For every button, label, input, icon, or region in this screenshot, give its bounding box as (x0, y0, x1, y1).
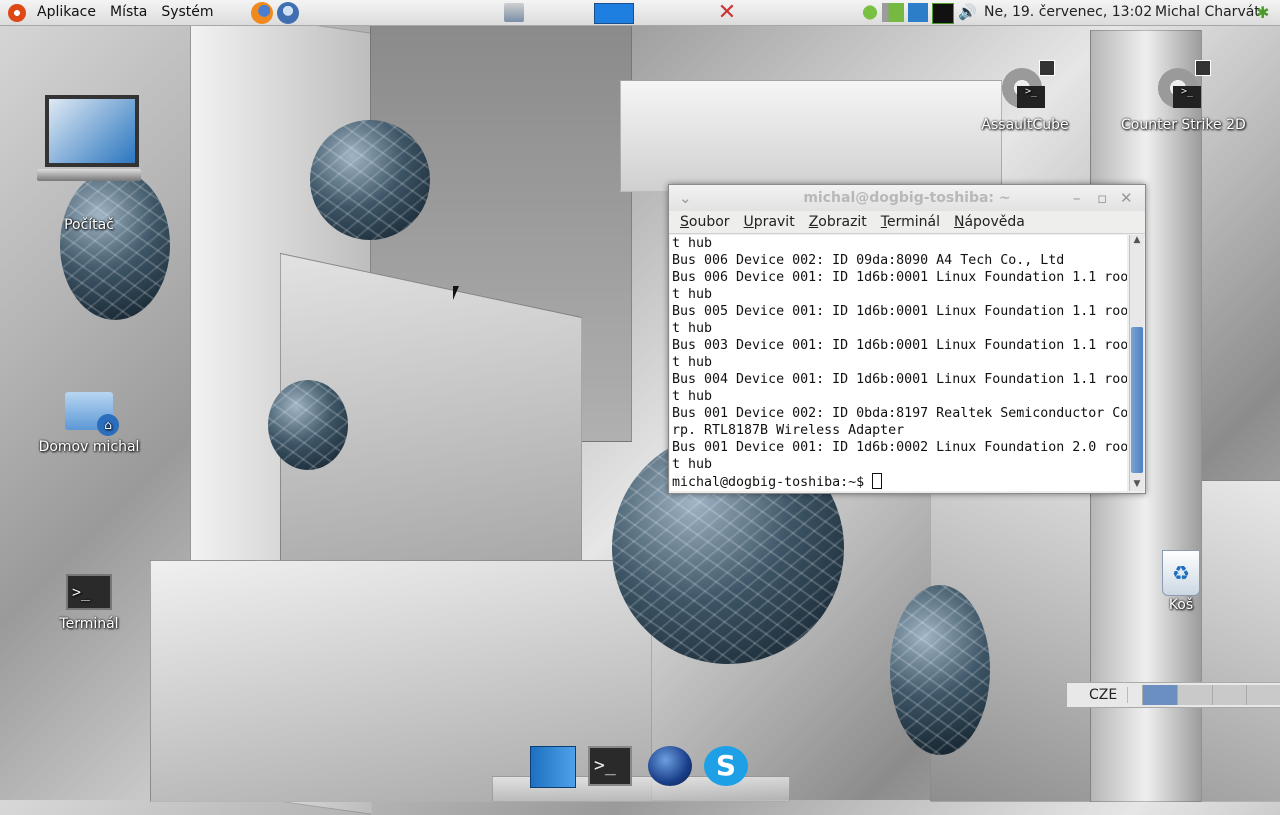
network-icon[interactable] (862, 3, 878, 22)
volume-icon[interactable]: 🔊 (958, 3, 980, 22)
laptop-icon (37, 95, 141, 185)
home-folder-icon: ⌂ (65, 392, 119, 436)
bluetooth-icon[interactable] (908, 3, 928, 22)
terminal-prompt-line[interactable]: michal@dogbig-toshiba:~$ (670, 473, 1127, 491)
close-icon[interactable]: ✕ (716, 2, 738, 24)
terminal-line: Bus 006 Device 002: ID 09da:8090 A4 Tech… (672, 253, 1065, 268)
desktop-icon-computer[interactable]: Počítač (28, 95, 150, 233)
bottom-panel-applet: CZE (1066, 682, 1280, 708)
desktop-icon-assaultcube[interactable]: >_ AssaultCube (975, 60, 1075, 133)
terminal-line: Bus 005 Device 001: ID 1d6b:0001 Linux F… (672, 304, 1127, 319)
keyboard-layout-indicator[interactable]: CZE (1079, 687, 1129, 703)
desktop-icon-label: Počítač (64, 217, 114, 233)
workspace-2[interactable] (1176, 685, 1212, 705)
terminal-line: Bus 004 Device 001: ID 1d6b:0001 Linux F… (672, 372, 1127, 387)
firefox-icon[interactable] (250, 1, 273, 24)
workspace-4[interactable] (1246, 685, 1280, 705)
terminal-line: Bus 006 Device 001: ID 1d6b:0001 Linux F… (672, 270, 1127, 285)
menu-places[interactable]: Místa (103, 0, 154, 25)
thunderbird-icon[interactable] (276, 1, 299, 24)
menu-view[interactable]: Zobrazit (802, 214, 874, 230)
menu-terminal[interactable]: Terminál (874, 214, 947, 230)
desktop-icon-terminal[interactable]: >_ Terminál (28, 574, 150, 632)
skype-icon[interactable]: S (704, 746, 748, 786)
close-button[interactable]: ✕ (1120, 185, 1133, 211)
clock[interactable]: Ne, 19. červenec, 13:02 (984, 0, 1152, 25)
user-status-icon[interactable]: ✱ (1256, 3, 1272, 22)
terminal-scrollbar[interactable]: ▲ ▼ (1129, 235, 1144, 491)
desktop-icon-trash[interactable]: ♻ Koš (1141, 550, 1221, 613)
terminal-line: Bus 003 Device 001: ID 1d6b:0001 Linux F… (672, 338, 1127, 353)
terminal-window[interactable]: ⌄ michal@dogbig-toshiba: ~ – ▫ ✕ Soubor … (668, 184, 1146, 494)
terminal-icon: >_ (66, 574, 112, 610)
trash-icon: ♻ (1162, 550, 1200, 596)
terminal-line: t hub (672, 287, 713, 302)
window-list-terminal-button[interactable] (594, 3, 634, 24)
shell-prompt: michal@dogbig-toshiba:~$ (672, 475, 873, 490)
battery-icon[interactable] (882, 3, 904, 22)
terminal-line: Bus 001 Device 002: ID 0bda:8197 Realtek… (672, 406, 1127, 421)
terminal-output[interactable]: t hub Bus 006 Device 002: ID 09da:8090 A… (670, 235, 1127, 491)
user-menu[interactable]: Michal Charvát (1155, 0, 1260, 25)
terminal-line: t hub (672, 236, 713, 251)
screen-icon[interactable] (932, 3, 954, 24)
terminal-icon[interactable]: >_ (588, 746, 632, 786)
desktop-icon-counterstrike[interactable]: >_ Counter Strike 2D (1121, 60, 1246, 133)
terminal-menubar: Soubor Upravit Zobrazit Terminál Nápověd… (669, 211, 1145, 234)
menu-applications[interactable]: Aplikace (30, 0, 103, 25)
terminal-line: t hub (672, 321, 713, 336)
workspace-3[interactable] (1211, 685, 1247, 705)
gear-terminal-icon: >_ (999, 60, 1055, 108)
terminal-line: t hub (672, 355, 713, 370)
desktop-icon-label: Koš (1168, 597, 1194, 613)
scroll-down-arrow-icon[interactable]: ▼ (1130, 479, 1144, 491)
menu-file[interactable]: Soubor (673, 214, 737, 230)
terminal-line: t hub (672, 457, 713, 472)
terminal-line: Bus 001 Device 001: ID 1d6b:0002 Linux F… (672, 440, 1127, 455)
desktop-icon-label: Counter Strike 2D (1121, 117, 1246, 133)
browser-globe-icon[interactable] (648, 746, 692, 786)
workspace-1[interactable] (1142, 685, 1177, 705)
menu-edit[interactable]: Upravit (737, 214, 802, 230)
top-panel: Aplikace Místa Systém ✕ 🔊 Ne, 19. červen… (0, 0, 1280, 26)
menu-help[interactable]: Nápověda (947, 214, 1032, 230)
ubuntu-logo-icon[interactable] (8, 3, 26, 22)
desktop-icon-label: Terminál (59, 616, 119, 632)
desktop-icon-home[interactable]: ⌂ Domov michal (28, 392, 150, 455)
desktop-icon-label: AssaultCube (981, 117, 1069, 133)
mouse-pointer-icon (453, 286, 459, 300)
scrollbar-thumb[interactable] (1131, 327, 1143, 473)
menu-system[interactable]: Systém (154, 0, 220, 25)
terminal-line: t hub (672, 389, 713, 404)
text-cursor (872, 473, 883, 489)
window-titlebar[interactable]: ⌄ michal@dogbig-toshiba: ~ – ▫ ✕ (669, 185, 1145, 211)
desktop-icon-label: Domov michal (38, 439, 140, 455)
dock: >_ S (492, 740, 790, 802)
gear-terminal-icon: >_ (1155, 60, 1211, 108)
show-desktop-icon[interactable] (530, 746, 576, 788)
window-list-printer-icon[interactable] (504, 3, 524, 22)
shortcut-arrow-icon (1039, 60, 1055, 76)
shortcut-arrow-icon (1195, 60, 1211, 76)
scroll-up-arrow-icon[interactable]: ▲ (1130, 235, 1144, 247)
minimize-button[interactable]: – (1073, 185, 1081, 211)
maximize-button[interactable]: ▫ (1097, 185, 1107, 211)
window-menu-icon[interactable]: ⌄ (679, 185, 692, 211)
terminal-line: rp. RTL8187B Wireless Adapter (672, 423, 905, 438)
window-title: michal@dogbig-toshiba: ~ (803, 190, 1011, 206)
